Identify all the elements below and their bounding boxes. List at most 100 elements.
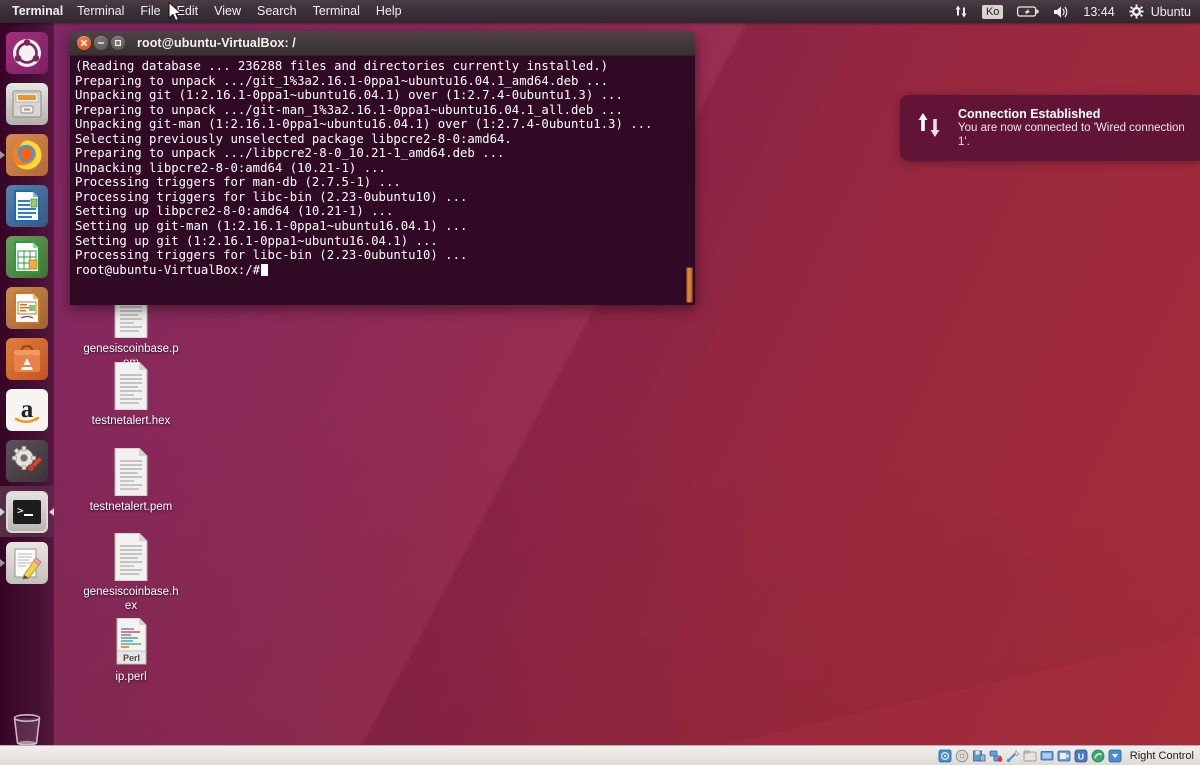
document-icon <box>112 361 150 411</box>
terminal-line: Unpacking git-man (1:2.16.1-0ppa1~ubuntu… <box>75 117 653 132</box>
terminal-line: Preparing to unpack .../libpcre2-8-0_10.… <box>75 146 505 161</box>
calc-icon <box>6 235 48 278</box>
battery-icon <box>1017 6 1039 17</box>
display-icon[interactable] <box>1040 749 1054 763</box>
volume-indicator[interactable] <box>1046 0 1076 23</box>
desktop-icon-label: genesiscoinbase.hex <box>83 586 179 612</box>
terminal-cursor <box>261 263 269 276</box>
battery-indicator[interactable] <box>1010 0 1046 23</box>
launcher-item-libreoffice-impress[interactable] <box>0 282 54 333</box>
terminal-line: Preparing to unpack .../git_1%3a2.16.1-0… <box>75 73 609 88</box>
launcher-item-libreoffice-writer[interactable] <box>0 180 54 231</box>
maximize-icon <box>114 39 122 47</box>
launcher-item-dash-home[interactable] <box>0 27 54 78</box>
terminal-titlebar[interactable]: root@ubuntu-VirtualBox: / <box>70 31 695 56</box>
terminal-line: Processing triggers for libc-bin (2.23-0… <box>75 189 468 204</box>
keyboard-layout-label: Ko <box>981 4 1004 19</box>
terminal-line: Selecting previously unselected package … <box>75 131 512 146</box>
usb-icon[interactable] <box>1006 749 1020 763</box>
unity-launcher[interactable]: a > <box>0 23 54 765</box>
terminal-scrollbar[interactable] <box>686 267 693 303</box>
impress-icon <box>6 286 48 329</box>
software-center-icon <box>6 337 48 380</box>
desktop-icon-label: ip.perl <box>115 671 147 683</box>
hard-disk-icon[interactable] <box>938 749 952 763</box>
launcher-item-libreoffice-calc[interactable] <box>0 231 54 282</box>
floppy-icon[interactable] <box>972 749 986 763</box>
host-key-icon[interactable] <box>1108 749 1122 763</box>
launcher-item-text-editor[interactable] <box>0 537 54 588</box>
mouse-integration-icon[interactable] <box>1091 749 1105 763</box>
clock-label: 13:44 <box>1083 4 1115 19</box>
keyboard-layout-indicator[interactable]: Ko <box>975 0 1010 23</box>
volume-icon <box>1054 6 1068 17</box>
svg-text:Perl: Perl <box>123 653 140 663</box>
terminal-prompt-line: root@ubuntu-VirtualBox:/# <box>73 263 692 278</box>
svg-text:U: U <box>1078 751 1084 761</box>
launcher-item-ubuntu-software[interactable] <box>0 333 54 384</box>
launcher-item-files[interactable] <box>0 78 54 129</box>
top-panel[interactable]: Terminal Terminal File Edit View Search … <box>0 0 1200 23</box>
network-up-down-icon <box>914 107 944 146</box>
terminal-line: Setting up git (1:2.16.1-0ppa1~ubuntu16.… <box>75 233 438 248</box>
desktop-icon-label: testnetalert.pem <box>89 501 173 513</box>
document-icon <box>112 447 150 497</box>
writer-icon <box>6 184 48 227</box>
close-icon <box>80 39 88 47</box>
menu-item-terminal-2[interactable]: Terminal <box>305 0 368 23</box>
virtualbox-status-bar[interactable]: U Right Control <box>0 745 1200 765</box>
terminal-prompt: root@ubuntu-VirtualBox:/# <box>75 262 261 277</box>
notification-bubble: Connection Established You are now conne… <box>900 95 1200 161</box>
amazon-icon: a <box>6 388 48 431</box>
menu-item-edit[interactable]: Edit <box>169 0 207 23</box>
desktop[interactable]: genesiscoinbase.pem testnetalert.hex <box>0 0 1200 765</box>
maximize-button[interactable] <box>111 36 125 50</box>
terminal-line: (Reading database ... 236288 files and d… <box>75 59 609 73</box>
terminal-window[interactable]: root@ubuntu-VirtualBox: / (Reading datab… <box>70 31 695 305</box>
menu-item-help[interactable]: Help <box>368 0 410 23</box>
ubuntu-logo-icon <box>6 31 48 74</box>
svg-text:>: > <box>17 504 24 517</box>
launcher-item-amazon[interactable]: a <box>0 384 54 435</box>
focused-indicator-right <box>49 507 54 516</box>
terminal-line: Unpacking git (1:2.16.1-0ppa1~ubuntu16.0… <box>75 88 623 103</box>
launcher-item-terminal[interactable]: > <box>0 486 54 537</box>
desktop-icon-testnetalert-hex[interactable]: testnetalert.hex <box>81 361 181 428</box>
network-up-down-icon <box>955 5 967 18</box>
panel-app-name: Terminal <box>12 4 64 18</box>
terminal-line: Setting up git-man (1:2.16.1-0ppa1~ubunt… <box>75 219 468 234</box>
menu-item-search[interactable]: Search <box>249 0 305 23</box>
network-icon[interactable] <box>989 749 1003 763</box>
virtualbox-icon[interactable]: U <box>1074 749 1088 763</box>
network-indicator[interactable] <box>947 0 975 23</box>
panel-menu-area[interactable]: Terminal Terminal File Edit View Search … <box>0 0 410 23</box>
minimize-button[interactable] <box>94 36 108 50</box>
menu-item-view[interactable]: View <box>206 0 249 23</box>
desktop-icon-genesiscoinbase-hex[interactable]: genesiscoinbase.hex <box>81 532 181 613</box>
session-name-label: Ubuntu <box>1150 4 1191 19</box>
perl-script-icon: Perl <box>112 617 150 666</box>
recording-icon[interactable] <box>1057 749 1071 763</box>
shared-folder-icon[interactable] <box>1023 749 1037 763</box>
notification-title: Connection Established <box>958 107 1101 121</box>
session-indicator[interactable]: Ubuntu <box>1122 0 1198 23</box>
clock-indicator[interactable]: 13:44 <box>1076 0 1121 23</box>
terminal-icon: > <box>6 490 48 533</box>
optical-disk-icon[interactable] <box>955 749 969 763</box>
terminal-title: root@ubuntu-VirtualBox: / <box>137 36 296 50</box>
launcher-item-system-settings[interactable] <box>0 435 54 486</box>
settings-icon <box>6 439 48 482</box>
notification-body: You are now connected to 'Wired connecti… <box>958 122 1185 148</box>
desktop-icon-testnetalert-pem[interactable]: testnetalert.pem <box>81 447 181 514</box>
panel-indicator-area[interactable]: Ko 13:44 Ubuntu <box>947 0 1200 23</box>
close-button[interactable] <box>77 36 91 50</box>
launcher-item-firefox[interactable] <box>0 129 54 180</box>
menu-item-terminal[interactable]: Terminal <box>69 0 132 23</box>
gear-icon <box>1129 4 1144 19</box>
firefox-icon <box>6 133 48 176</box>
desktop-icon-ip-perl[interactable]: Perl ip.perl <box>81 617 181 684</box>
host-key-label: Right Control <box>1129 749 1194 762</box>
gedit-icon <box>6 541 48 584</box>
menu-item-file[interactable]: File <box>132 0 168 23</box>
terminal-output[interactable]: (Reading database ... 236288 files and d… <box>70 56 695 305</box>
